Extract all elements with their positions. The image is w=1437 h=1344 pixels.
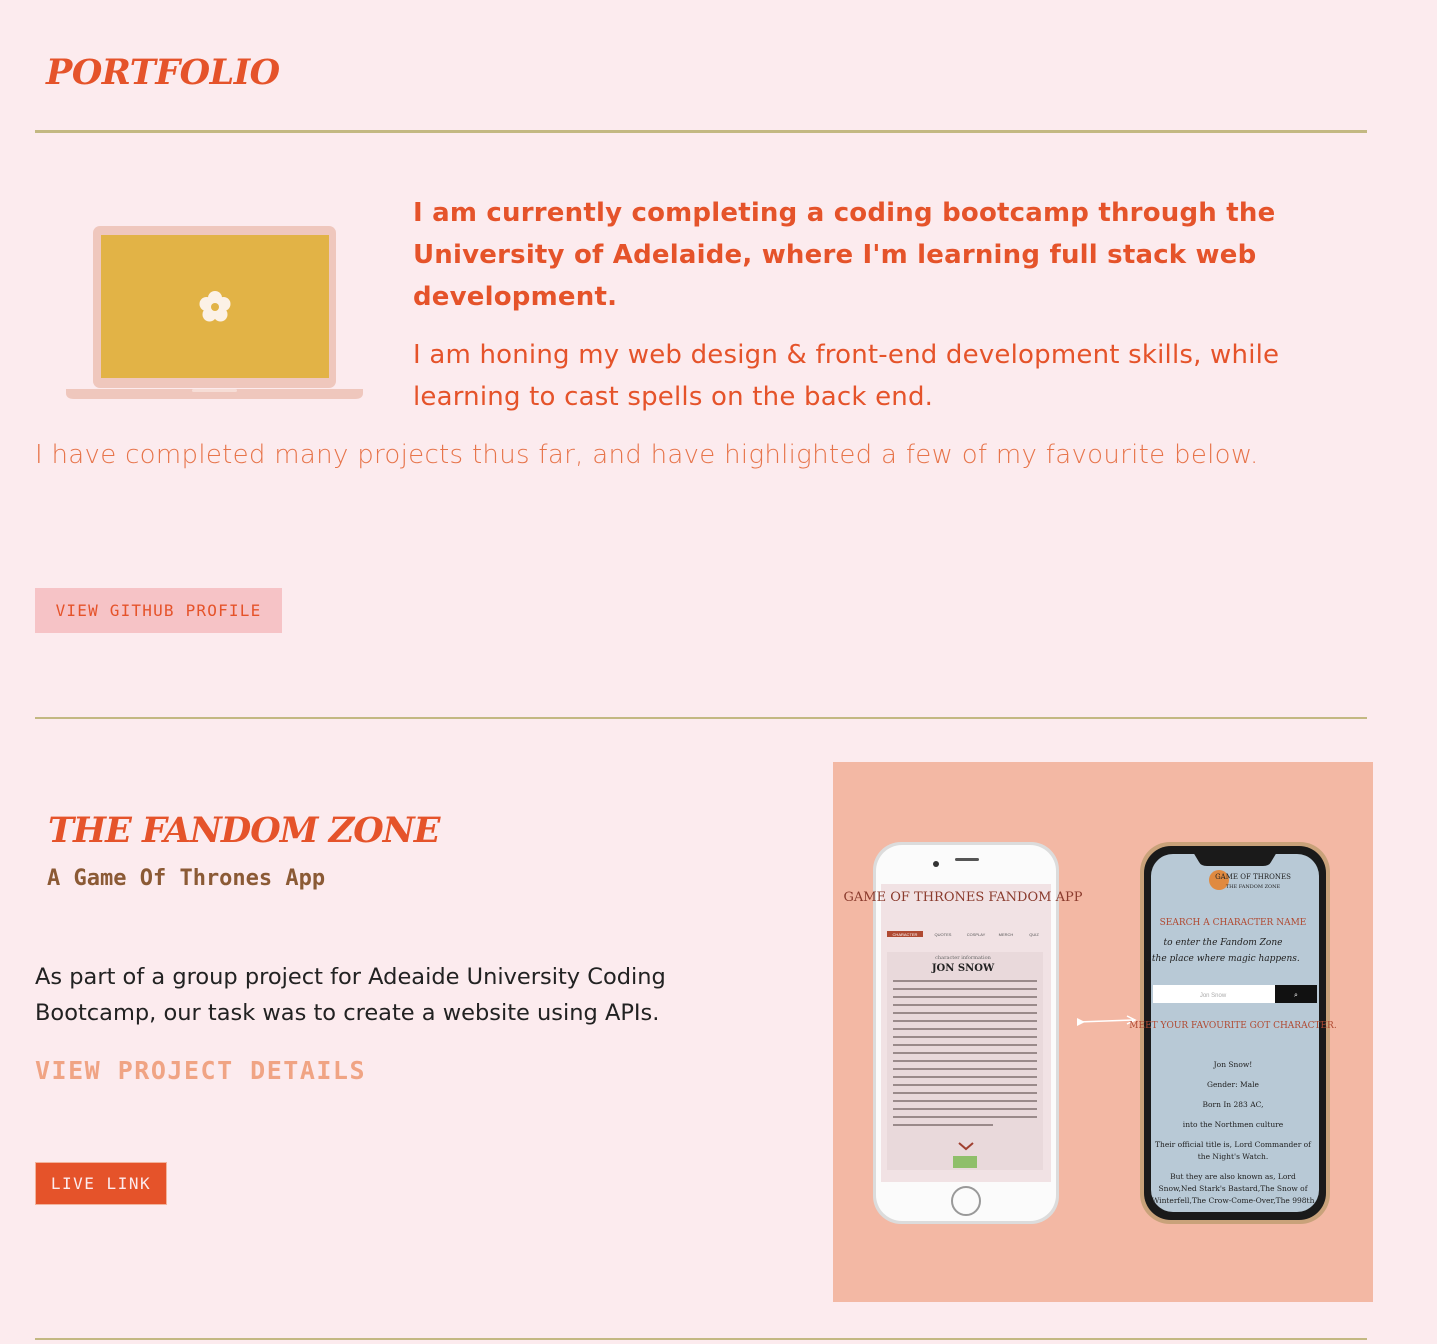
mockup-right-input: Jon Snow bbox=[1200, 993, 1227, 999]
phone-right: GAME OF THRONES THE FANDOM ZONE SEARCH A… bbox=[1129, 842, 1337, 1224]
mockup-left-tab: MERCH bbox=[999, 932, 1014, 937]
arrow-icon bbox=[1077, 1015, 1137, 1026]
mockup-right-meet: MEET YOUR FAVOURITE GOT CHARACTER. bbox=[1129, 1021, 1337, 1031]
mockup-left-caption: character information bbox=[935, 955, 992, 961]
phone-left: GAME OF THRONES FANDOM APP JON SNOW char… bbox=[844, 842, 1083, 1224]
mockup-right-logo: GAME OF THRONES bbox=[1215, 873, 1291, 881]
mockup-right-line: Gender: Male bbox=[1207, 1080, 1260, 1089]
divider bbox=[35, 1338, 1367, 1340]
svg-text:⌕: ⌕ bbox=[1294, 992, 1298, 999]
project-title: THE FANDOM ZONE bbox=[48, 810, 440, 851]
mockup-left-tab: COSPLAY bbox=[967, 932, 986, 937]
mockup-right-line: Born In 283 AC, bbox=[1203, 1100, 1264, 1109]
live-link-button[interactable]: LIVE LINK bbox=[35, 1162, 167, 1205]
view-project-details-link[interactable]: VIEW PROJECT DETAILS bbox=[35, 1056, 366, 1085]
mockup-left-title: GAME OF THRONES FANDOM APP bbox=[844, 890, 1083, 905]
mockup-left-tab: QUOTES bbox=[935, 932, 952, 937]
mockup-right-line: Their official title is, Lord Commander … bbox=[1155, 1140, 1312, 1149]
intro-third: I have completed many projects thus far,… bbox=[35, 440, 1259, 470]
mockup-right-line: into the Northmen culture bbox=[1183, 1120, 1284, 1129]
mockup-left-name: JON SNOW bbox=[931, 963, 995, 974]
mockup-right-heading: SEARCH A CHARACTER NAME bbox=[1160, 918, 1307, 928]
view-github-button[interactable]: VIEW GITHUB PROFILE bbox=[35, 588, 282, 633]
mockup-right-tagline-1: to enter the Fandom Zone bbox=[1164, 938, 1283, 948]
mockup-right-line: Jon Snow! bbox=[1213, 1060, 1253, 1069]
mockup-right-line: But they are also known as, Lord bbox=[1170, 1172, 1296, 1181]
mockup-left-tab: CHARACTER bbox=[893, 932, 918, 937]
mockup-right-tagline-2: ..the place where magic happens. bbox=[1146, 954, 1300, 964]
mockup-right-line: Winterfell,The Crow-Come-Over,The 998th bbox=[1152, 1196, 1315, 1205]
mockup-left-tab: QUIZ bbox=[1029, 932, 1039, 937]
mockup-right-logo-sub: THE FANDOM ZONE bbox=[1226, 884, 1281, 890]
divider bbox=[35, 717, 1367, 719]
project-subtitle: A Game Of Thrones App bbox=[47, 866, 326, 891]
divider bbox=[35, 130, 1367, 133]
project-description: As part of a group project for Adeaide U… bbox=[35, 964, 666, 1026]
project-screenshot[interactable]: GAME OF THRONES FANDOM APP JON SNOW char… bbox=[833, 762, 1373, 1302]
mockup-right-line: Snow,Ned Stark's Bastard,The Snow of bbox=[1159, 1184, 1309, 1193]
mockup-right-line: the Night's Watch. bbox=[1198, 1152, 1269, 1161]
intro-section: I am currently completing a coding bootc… bbox=[35, 192, 1355, 476]
page-title: PORTFOLIO bbox=[46, 52, 280, 93]
